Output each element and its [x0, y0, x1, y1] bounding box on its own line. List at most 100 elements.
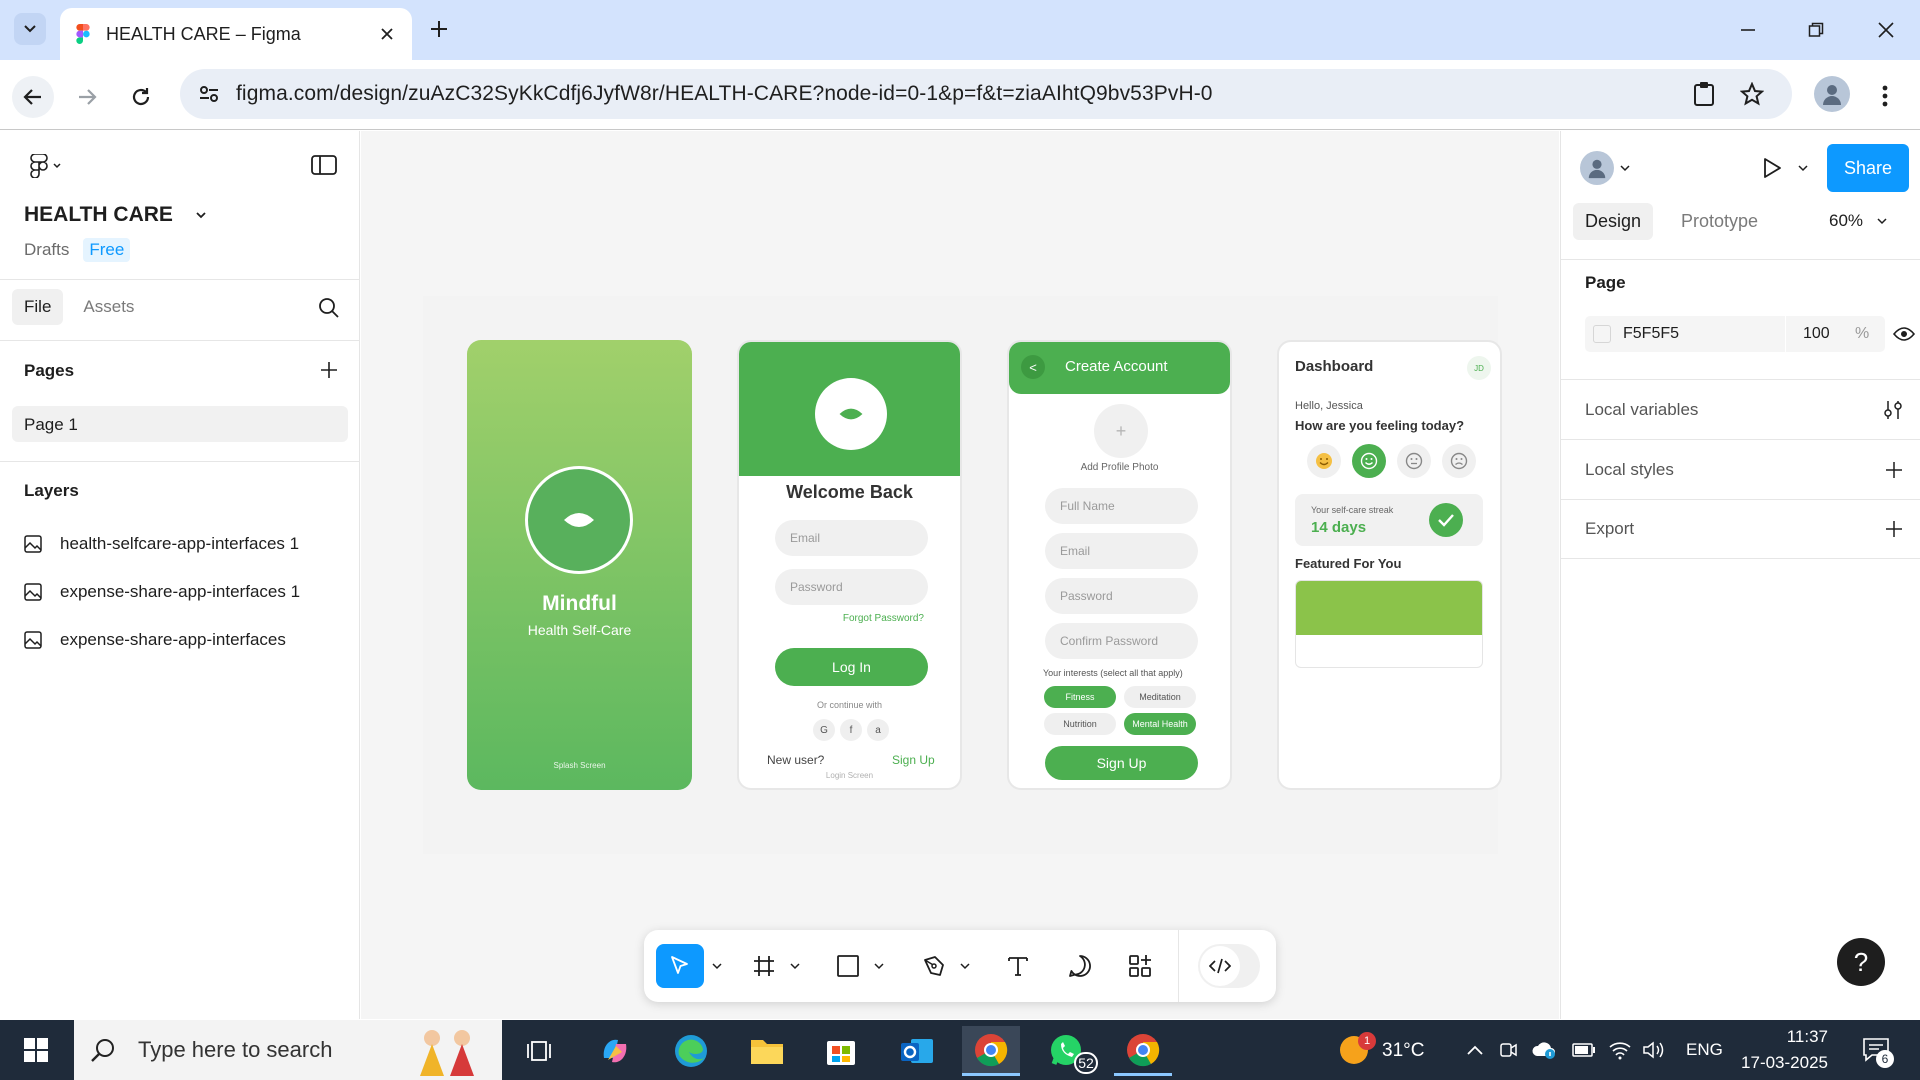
user-avatar-button[interactable] — [1579, 149, 1631, 187]
tray-overflow-button[interactable] — [1462, 1038, 1488, 1062]
mood-happy-button[interactable] — [1307, 444, 1341, 478]
layer-item[interactable]: expense-share-app-interfaces 1 — [24, 582, 300, 602]
interest-chip[interactable]: Mental Health — [1124, 713, 1196, 735]
tab-close-button[interactable] — [376, 23, 398, 45]
reload-button[interactable] — [120, 76, 162, 118]
present-options-dropdown[interactable] — [1793, 159, 1813, 177]
back-button[interactable] — [12, 76, 54, 118]
color-swatch[interactable] — [1593, 325, 1611, 343]
visibility-toggle[interactable] — [1891, 322, 1917, 346]
layer-item[interactable]: expense-share-app-interfaces — [24, 630, 286, 650]
interest-chip[interactable]: Fitness — [1044, 686, 1116, 708]
local-variables-row[interactable]: Local variables — [1561, 379, 1920, 439]
design-canvas[interactable]: Mindful Health Self-Care Splash Screen W… — [361, 131, 1559, 1019]
edge-app[interactable] — [662, 1026, 720, 1076]
zoom-control[interactable]: 60% — [1829, 211, 1887, 231]
notification-center-button[interactable]: 6 — [1856, 1030, 1896, 1070]
mood-sad-button[interactable] — [1442, 444, 1476, 478]
background-hex[interactable]: F5F5F5 — [1623, 325, 1679, 343]
email-field[interactable]: Email — [1045, 533, 1198, 569]
add-photo-button[interactable]: + — [1094, 404, 1148, 458]
tab-assets[interactable]: Assets — [71, 289, 146, 325]
apple-login-button[interactable]: a — [867, 719, 889, 741]
mood-neutral-button[interactable] — [1397, 444, 1431, 478]
input-language[interactable]: ENG — [1686, 1040, 1723, 1060]
canvas-frame[interactable]: Mindful Health Self-Care Splash Screen W… — [423, 296, 1502, 854]
export-row[interactable]: Export — [1561, 499, 1920, 559]
password-field[interactable]: Password — [775, 569, 928, 605]
facebook-login-button[interactable]: f — [840, 719, 862, 741]
task-view-button[interactable] — [510, 1026, 568, 1076]
chrome-app[interactable] — [1114, 1026, 1172, 1076]
close-window-button[interactable] — [1862, 10, 1910, 50]
page-item[interactable]: Page 1 — [12, 406, 348, 442]
help-button[interactable]: ? — [1837, 938, 1885, 986]
featured-card[interactable] — [1295, 580, 1483, 668]
login-button[interactable]: Log In — [775, 648, 928, 686]
start-button[interactable] — [12, 1030, 60, 1070]
new-tab-button[interactable] — [424, 14, 454, 44]
plan-badge[interactable]: Free — [83, 238, 131, 262]
frame-tool-button[interactable] — [744, 944, 784, 988]
add-page-button[interactable] — [316, 357, 342, 383]
star-icon[interactable] — [1740, 82, 1764, 106]
minimize-button[interactable] — [1724, 10, 1772, 50]
text-tool-button[interactable] — [998, 944, 1038, 988]
battery-icon[interactable] — [1570, 1038, 1598, 1062]
back-button[interactable]: < — [1021, 355, 1045, 379]
microsoft-store-app[interactable] — [812, 1026, 870, 1076]
tab-prototype[interactable]: Prototype — [1669, 203, 1770, 240]
file-name[interactable]: HEALTH CARE — [24, 203, 207, 227]
pen-tool-dropdown[interactable] — [956, 944, 974, 988]
layer-item[interactable]: health-selfcare-app-interfaces 1 — [24, 534, 299, 554]
pen-tool-button[interactable] — [914, 944, 954, 988]
google-login-button[interactable]: G — [813, 719, 835, 741]
signup-button[interactable]: Sign Up — [1045, 746, 1198, 780]
toggle-panel-button[interactable] — [310, 153, 338, 177]
profile-avatar[interactable] — [1814, 76, 1850, 112]
rectangle-tool-dropdown[interactable] — [870, 944, 888, 988]
create-account-mockup[interactable]: < Create Account + Add Profile Photo Ful… — [1007, 340, 1232, 790]
local-styles-row[interactable]: Local styles — [1561, 439, 1920, 499]
password-field[interactable]: Password — [1045, 578, 1198, 614]
email-field[interactable]: Email — [775, 520, 928, 556]
move-tool-dropdown[interactable] — [708, 944, 726, 988]
address-bar[interactable]: figma.com/design/zuAzC32SyKkCdfj6JyfW8r/… — [180, 69, 1792, 119]
clipboard-icon[interactable] — [1692, 81, 1716, 107]
splash-screen-mockup[interactable]: Mindful Health Self-Care Splash Screen — [467, 340, 692, 790]
browser-tab[interactable]: HEALTH CARE – Figma — [60, 8, 412, 60]
site-settings-icon[interactable] — [198, 83, 220, 105]
weather-widget[interactable]: 1 — [1332, 1030, 1376, 1070]
dashboard-mockup[interactable]: Dashboard JD Hello, Jessica How are you … — [1277, 340, 1502, 790]
outlook-app[interactable] — [888, 1026, 946, 1076]
comment-tool-button[interactable] — [1060, 944, 1100, 988]
copilot-app[interactable] — [586, 1026, 644, 1076]
whatsapp-app[interactable]: 52 — [1038, 1026, 1098, 1076]
tab-file[interactable]: File — [12, 289, 64, 325]
background-opacity[interactable]: 100 — [1803, 325, 1830, 343]
browser-menu-button[interactable] — [1870, 76, 1900, 116]
tab-design[interactable]: Design — [1573, 203, 1654, 240]
full-name-field[interactable]: Full Name — [1045, 488, 1198, 524]
interest-chip[interactable]: Meditation — [1124, 686, 1196, 708]
confirm-password-field[interactable]: Confirm Password — [1045, 623, 1198, 659]
url-text[interactable]: figma.com/design/zuAzC32SyKkCdfj6JyfW8r/… — [236, 82, 1213, 106]
clock[interactable]: 11:37 17-03-2025 — [1740, 1026, 1828, 1076]
temperature[interactable]: 31°C — [1382, 1040, 1424, 1062]
dev-mode-toggle[interactable] — [1198, 944, 1260, 988]
mood-good-button[interactable] — [1352, 444, 1386, 478]
share-button[interactable]: Share — [1827, 144, 1909, 192]
main-menu-button[interactable] — [24, 151, 68, 181]
wifi-icon[interactable] — [1606, 1038, 1634, 1062]
signup-link[interactable]: Sign Up — [892, 753, 935, 767]
chrome-app-active[interactable] — [962, 1026, 1020, 1076]
forgot-password-link[interactable]: Forgot Password? — [779, 613, 924, 624]
avatar[interactable]: JD — [1467, 356, 1491, 380]
volume-icon[interactable] — [1640, 1038, 1668, 1062]
rectangle-tool-button[interactable] — [828, 944, 868, 988]
restore-button[interactable] — [1792, 10, 1840, 50]
meet-now-icon[interactable] — [1496, 1038, 1520, 1062]
tab-search-button[interactable] — [14, 13, 46, 45]
interest-chip[interactable]: Nutrition — [1044, 713, 1116, 735]
drafts-link[interactable]: Drafts — [24, 240, 69, 260]
